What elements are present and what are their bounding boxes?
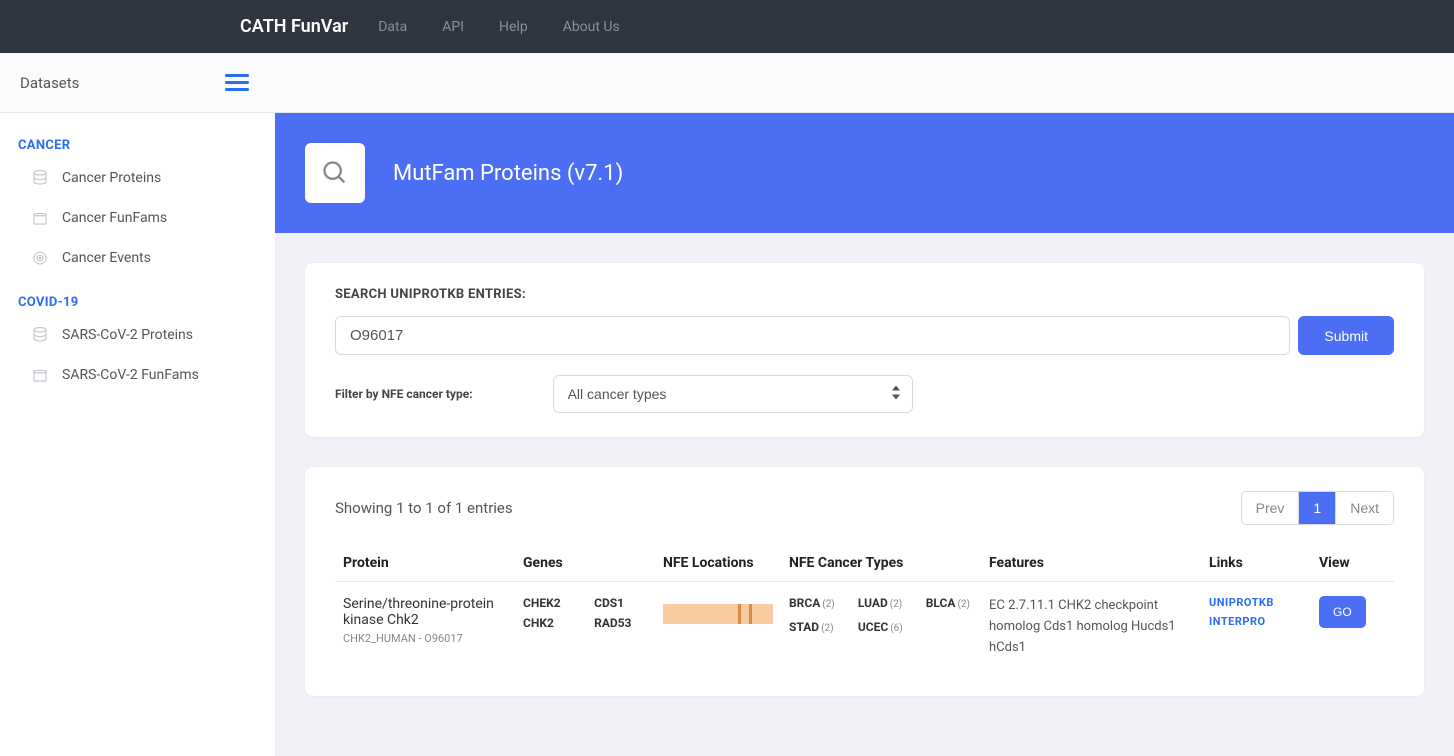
nav-link-api[interactable]: API <box>442 19 464 35</box>
cancer-type-item: LUAD(2) <box>858 596 906 610</box>
sidebar-item-label: SARS-CoV-2 FunFams <box>62 367 199 383</box>
cancer-type-item: BLCA(2) <box>926 596 973 610</box>
cancer-type-item: UCEC(6) <box>858 620 906 634</box>
col-protein: Protein <box>335 545 515 582</box>
main-content: MutFam Proteins (v7.1) SEARCH UNIPROTKB … <box>275 113 1454 756</box>
sidebar-item-label: Cancer FunFams <box>62 210 167 226</box>
sub-header-title: Datasets <box>20 74 79 92</box>
database-icon <box>30 168 50 188</box>
page-title: MutFam Proteins (v7.1) <box>393 161 623 186</box>
page-prev-button[interactable]: Prev <box>1242 492 1300 524</box>
sidebar-item-label: Cancer Events <box>62 250 151 266</box>
search-label: SEARCH UNIPROTKB ENTRIES: <box>335 287 1394 302</box>
search-input[interactable] <box>335 316 1290 355</box>
sub-header: Datasets <box>0 53 1454 113</box>
gene-item: CDS1 <box>594 596 647 610</box>
link-interpro[interactable]: INTERPRO <box>1209 615 1303 628</box>
page-next-button[interactable]: Next <box>1336 492 1393 524</box>
box-icon <box>30 365 50 385</box>
sidebar-item-cancer-funfams[interactable]: Cancer FunFams <box>0 198 275 238</box>
filter-label: Filter by NFE cancer type: <box>335 387 473 401</box>
table-row: Serine/threonine-protein kinase Chk2 CHK… <box>335 582 1394 673</box>
showing-entries-text: Showing 1 to 1 of 1 entries <box>335 499 513 517</box>
link-uniprotkb[interactable]: UNIPROTKB <box>1209 596 1303 609</box>
pagination: Prev 1 Next <box>1241 491 1394 525</box>
cancer-type-item: STAD(2) <box>789 620 838 634</box>
sidebar-item-cancer-proteins[interactable]: Cancer Proteins <box>0 158 275 198</box>
sidebar-section-cancer-title: CANCER <box>0 133 275 158</box>
hamburger-icon[interactable] <box>225 70 249 95</box>
results-table: Protein Genes NFE Locations NFE Cancer T… <box>335 545 1394 672</box>
nfe-locations-bar[interactable] <box>663 604 773 624</box>
filter-select[interactable]: All cancer types <box>553 375 913 413</box>
col-genes: Genes <box>515 545 655 582</box>
gene-item: CHEK2 <box>523 596 576 610</box>
search-card: SEARCH UNIPROTKB ENTRIES: Submit Filter … <box>305 263 1424 437</box>
database-icon <box>30 325 50 345</box>
sidebar-item-cancer-events[interactable]: Cancer Events <box>0 238 275 278</box>
gene-item: RAD53 <box>594 616 647 630</box>
target-icon <box>30 248 50 268</box>
sidebar-item-sars-funfams[interactable]: SARS-CoV-2 FunFams <box>0 355 275 395</box>
protein-name: Serine/threonine-protein kinase Chk2 <box>343 596 507 628</box>
col-links: Links <box>1201 545 1311 582</box>
sidebar: CANCER Cancer Proteins Cancer FunFams Ca… <box>0 113 275 756</box>
sidebar-item-sars-proteins[interactable]: SARS-CoV-2 Proteins <box>0 315 275 355</box>
sidebar-item-label: SARS-CoV-2 Proteins <box>62 327 193 343</box>
nav-link-help[interactable]: Help <box>499 19 528 35</box>
sidebar-item-label: Cancer Proteins <box>62 170 161 186</box>
protein-subtitle: CHK2_HUMAN - O96017 <box>343 632 507 645</box>
box-icon <box>30 208 50 228</box>
search-icon <box>305 143 365 203</box>
results-card: Showing 1 to 1 of 1 entries Prev 1 Next … <box>305 467 1424 696</box>
submit-button[interactable]: Submit <box>1298 316 1394 355</box>
brand-title[interactable]: CATH FunVar <box>240 16 348 37</box>
features-text: EC 2.7.11.1 CHK2 checkpoint homolog Cds1… <box>989 596 1193 658</box>
page-current-button[interactable]: 1 <box>1299 492 1336 524</box>
view-go-button[interactable]: GO <box>1319 596 1366 628</box>
col-nfe-cancer-types: NFE Cancer Types <box>781 545 981 582</box>
top-nav: CATH FunVar Data API Help About Us <box>0 0 1454 53</box>
nav-link-data[interactable]: Data <box>378 19 407 35</box>
nav-link-about[interactable]: About Us <box>563 19 620 35</box>
col-nfe-locations: NFE Locations <box>655 545 781 582</box>
sidebar-section-covid-title: COVID-19 <box>0 290 275 315</box>
col-features: Features <box>981 545 1201 582</box>
gene-item: CHK2 <box>523 616 576 630</box>
cancer-type-item: BRCA(2) <box>789 596 838 610</box>
col-view: View <box>1311 545 1394 582</box>
page-hero: MutFam Proteins (v7.1) <box>275 113 1454 233</box>
